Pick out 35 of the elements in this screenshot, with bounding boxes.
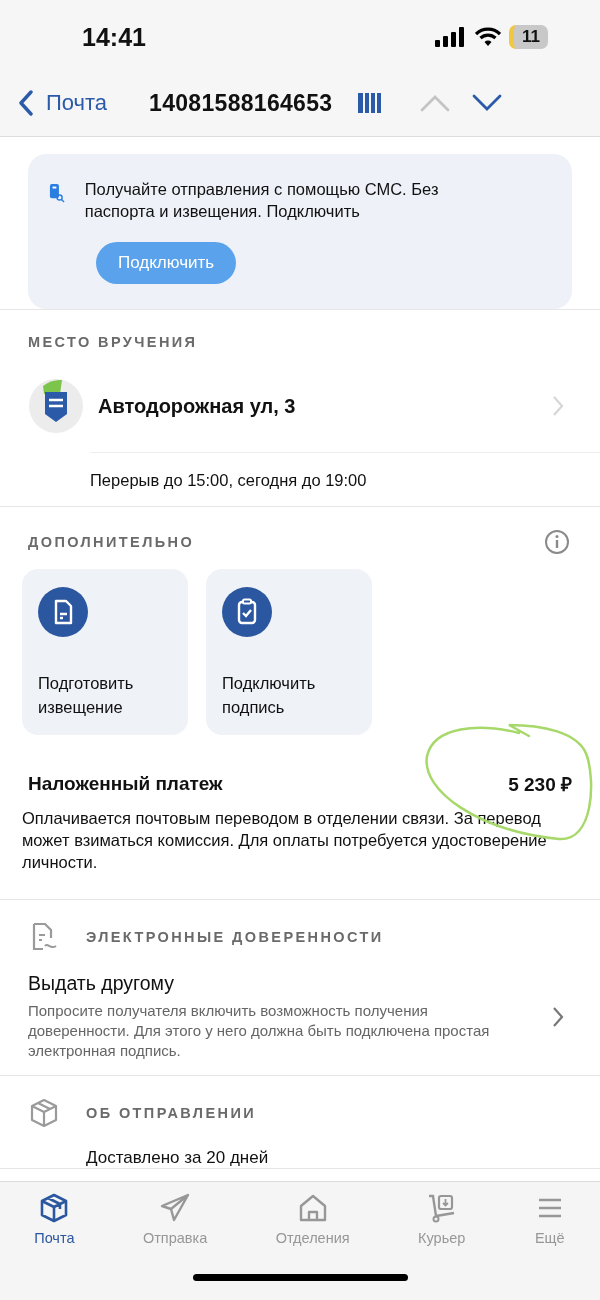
paper-plane-icon [159,1192,192,1224]
back-chevron-icon [18,90,34,116]
address: Автодорожная ул, 3 [98,394,297,418]
chevron-right-icon [552,1005,564,1028]
info-icon[interactable] [544,529,570,555]
opening-hours: Перерыв до 15:00, сегодня до 19:00 [90,452,600,506]
document-icon [38,587,88,637]
down-chevron-icon[interactable] [472,94,503,112]
cod-title: Наложенный платеж [28,773,223,795]
document-sign-icon [30,922,58,952]
issue-power-description: Попросите получателя включить возможность получения доверенности. Для этого у него должна быть подключена простая электронная подпись. [28,1001,491,1061]
action-card[interactable]: Подготовить извещение [22,569,188,735]
back-button[interactable]: Почта [18,90,108,116]
cod-description: Оплачивается почтовым переводом в отделении связи. За перевод может взиматься комиссия. Для оплаты потребуется удостоверение личности. [22,808,548,873]
section-heading: ЭЛЕКТРОННЫЕ ДОВЕРЕННОСТИ [86,929,384,945]
issue-power-row[interactable]: Выдать другому Попросите получателя включить возможность получения доверенности. Для этого у него должна быть подключена простая электронная подпись. [0,952,600,1075]
post-office-map-icon [28,378,84,434]
tab[interactable]: Почта [34,1192,75,1246]
sms-banner-text: Получайте отправления с помощью СМС. Без паспорта и извещения. Подключить [84,179,440,222]
battery-indicator: 11 [509,25,548,49]
chevron-right-icon [552,395,564,417]
section-heading: МЕСТО ВРУЧЕНИЯ [27,333,199,350]
delivery-duration: Доставлено за 20 дней [85,1147,270,1168]
tracking-number: 14081588164653 [149,89,333,117]
clipboard-check-icon [222,587,272,637]
action-card[interactable]: Подключить подпись [206,569,372,735]
cod-amount: 5 230 ₽ [508,773,572,797]
box-icon [30,1098,58,1128]
status-time: 14:41 [82,22,146,52]
section-heading: ОБ ОТПРАВЛЕНИИ [86,1105,257,1121]
issue-power-title: Выдать другому [28,972,174,994]
delivery-place-row[interactable]: Автодорожная ул, 3 [0,350,600,434]
wifi-icon [475,27,501,47]
section-heading: ДОПОЛНИТЕЛЬНО [28,534,195,550]
signal-icon [435,27,467,47]
